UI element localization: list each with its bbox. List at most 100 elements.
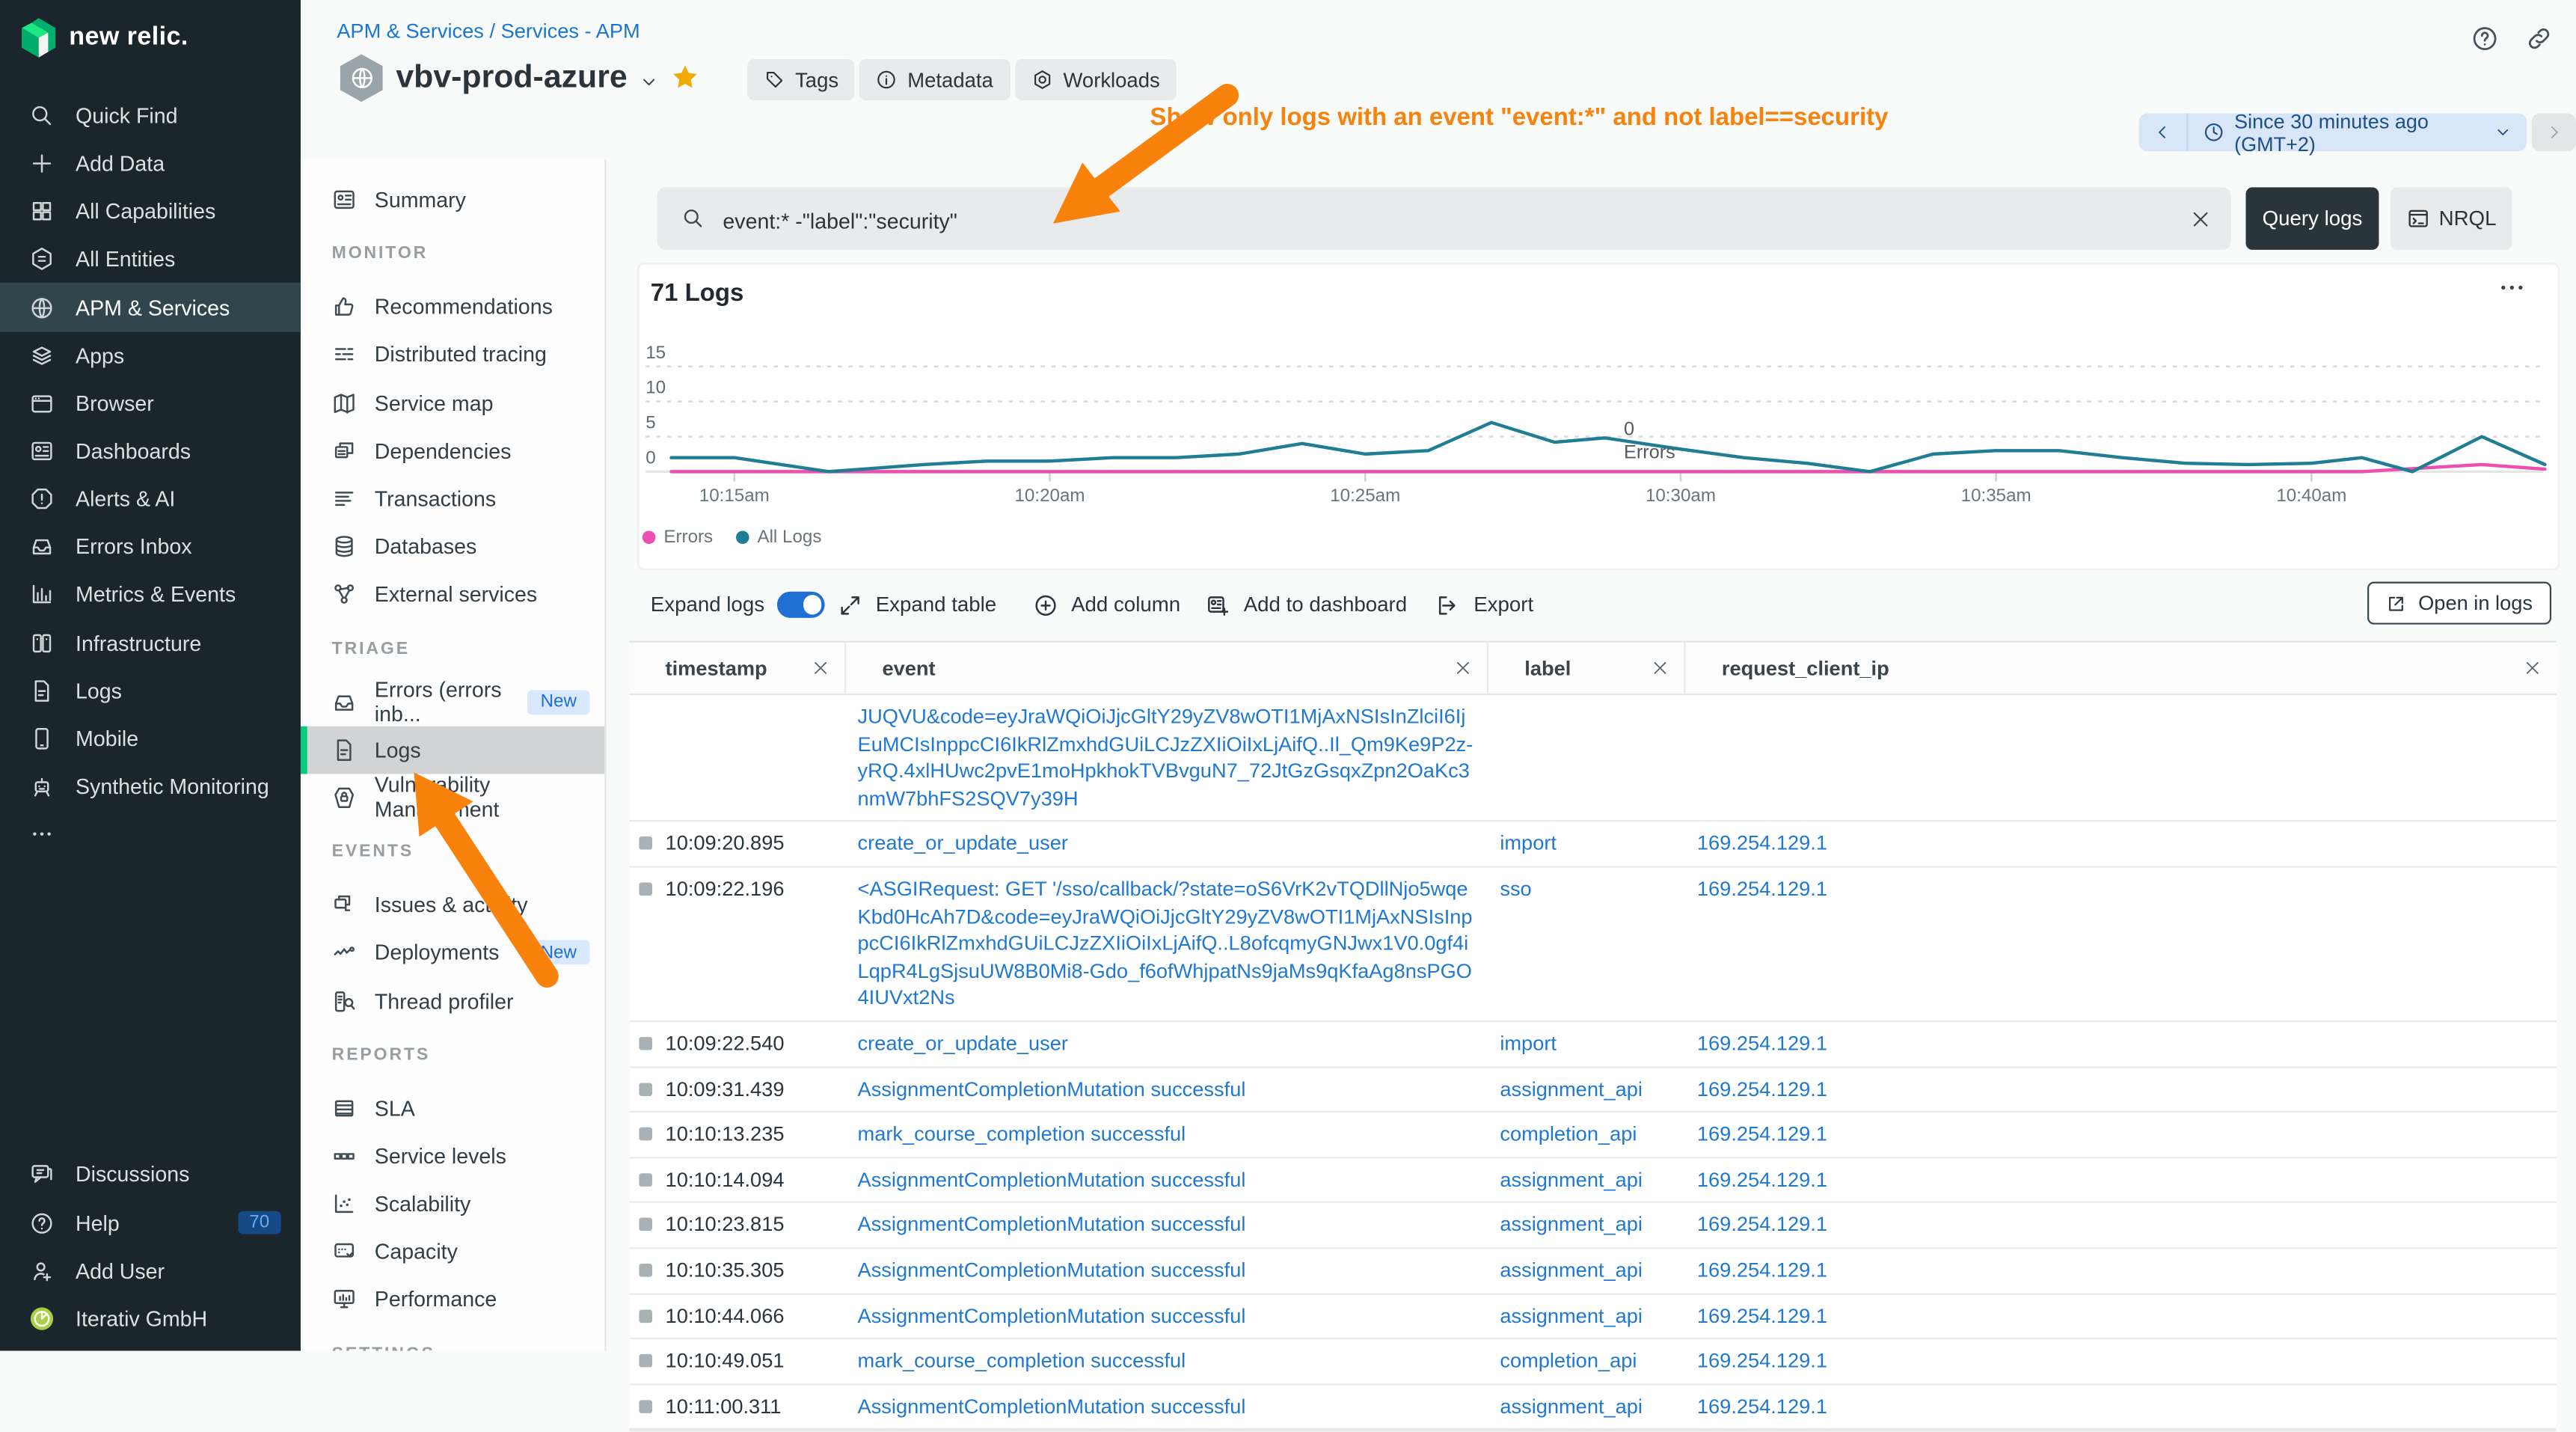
- label-link[interactable]: assignment_api: [1500, 1395, 1643, 1418]
- subnav-item-errors-errors-inb[interactable]: Errors (errors inb...New: [301, 678, 604, 726]
- row-select-square[interactable]: [639, 1082, 652, 1095]
- log-row[interactable]: 10:09:22.196<ASGIRequest: GET '/sso/call…: [629, 868, 2556, 1022]
- label-link[interactable]: completion_api: [1500, 1349, 1637, 1372]
- subnav-item-service-map[interactable]: Service map: [301, 379, 604, 426]
- sidebar-item-mobile[interactable]: Mobile: [0, 715, 301, 762]
- subnav-item-vulnerability-management[interactable]: Vulnerability Management: [301, 774, 604, 821]
- subnav-item-recommendations[interactable]: Recommendations: [301, 283, 604, 331]
- time-picker-forward-button[interactable]: [2532, 114, 2576, 152]
- label-link[interactable]: assignment_api: [1500, 1304, 1643, 1327]
- subnav-item-thread-profiler[interactable]: Thread profiler: [301, 977, 604, 1025]
- log-row[interactable]: JUQVU&code=eyJraWQiOiJjcGltY29yZV8wOTI1M…: [629, 695, 2556, 822]
- row-select-square[interactable]: [639, 1127, 652, 1141]
- subnav-item-summary[interactable]: Summary: [301, 176, 604, 224]
- entity-switcher-chevron-icon[interactable]: [639, 73, 658, 92]
- label-link[interactable]: completion_api: [1500, 1122, 1637, 1145]
- column-header-timestamp[interactable]: timestamp: [629, 643, 846, 694]
- row-select-square[interactable]: [639, 837, 652, 851]
- sidebar-item-help[interactable]: Help70: [0, 1199, 301, 1246]
- ip-link[interactable]: 169.254.129.1: [1697, 1258, 1827, 1282]
- time-picker-dropdown[interactable]: Since 30 minutes ago (GMT+2): [2189, 114, 2527, 152]
- log-row[interactable]: 10:11:00.311AssignmentCompletionMutation…: [629, 1385, 2556, 1431]
- log-query-input[interactable]: [720, 187, 2172, 253]
- sidebar-item-logs[interactable]: Logs: [0, 667, 301, 715]
- breadcrumb-services-apm[interactable]: Services - APM: [501, 19, 640, 43]
- ip-link[interactable]: 169.254.129.1: [1697, 1168, 1827, 1191]
- event-link[interactable]: mark_course_completion successful: [858, 1122, 1186, 1145]
- time-picker-back-button[interactable]: [2139, 114, 2189, 152]
- subnav-item-external-services[interactable]: External services: [301, 571, 604, 619]
- row-select-square[interactable]: [639, 1173, 652, 1187]
- row-select-square[interactable]: [639, 1400, 652, 1413]
- sidebar-item-add-data[interactable]: Add Data: [0, 140, 301, 188]
- legend-item-errors[interactable]: Errors: [643, 527, 713, 547]
- log-row[interactable]: 10:10:49.051mark_course_completion succe…: [629, 1339, 2556, 1385]
- log-row[interactable]: 10:10:44.066AssignmentCompletionMutation…: [629, 1294, 2556, 1340]
- nrql-button[interactable]: NRQL: [2391, 187, 2512, 249]
- sidebar-item-infrastructure[interactable]: Infrastructure: [0, 619, 301, 667]
- label-link[interactable]: assignment_api: [1500, 1214, 1643, 1237]
- sidebar-item-apps[interactable]: Apps: [0, 331, 301, 379]
- subnav-item-performance[interactable]: Performance: [301, 1276, 604, 1324]
- row-select-square[interactable]: [639, 1264, 652, 1277]
- ip-link[interactable]: 169.254.129.1: [1697, 1214, 1827, 1237]
- event-link[interactable]: AssignmentCompletionMutation successful: [858, 1214, 1246, 1237]
- tags-button[interactable]: Tags: [747, 59, 855, 100]
- log-row[interactable]: 10:10:14.094AssignmentCompletionMutation…: [629, 1158, 2556, 1204]
- subnav-item-logs[interactable]: Logs: [301, 726, 604, 774]
- ip-link[interactable]: 169.254.129.1: [1697, 1304, 1827, 1327]
- subnav-item-service-levels[interactable]: Service levels: [301, 1132, 604, 1180]
- panel-menu-icon[interactable]: [2494, 273, 2530, 303]
- event-link[interactable]: AssignmentCompletionMutation successful: [858, 1304, 1246, 1327]
- row-select-square[interactable]: [639, 1218, 652, 1231]
- query-logs-button[interactable]: Query logs: [2246, 187, 2379, 249]
- metadata-button[interactable]: Metadata: [860, 59, 1010, 100]
- sidebar-item-all-entities[interactable]: All Entities: [0, 236, 301, 284]
- label-link[interactable]: import: [1500, 1032, 1557, 1055]
- open-in-logs-button[interactable]: Open in logs: [2367, 582, 2551, 625]
- event-link[interactable]: AssignmentCompletionMutation successful: [858, 1258, 1246, 1282]
- event-link[interactable]: create_or_update_user: [858, 832, 1068, 855]
- subnav-item-scalability[interactable]: Scalability: [301, 1180, 604, 1228]
- remove-column-icon[interactable]: [1651, 659, 1669, 677]
- new-relic-logo[interactable]: new relic.: [22, 18, 188, 58]
- export-button[interactable]: Export: [1436, 584, 1533, 626]
- subnav-item-distributed-tracing[interactable]: Distributed tracing: [301, 331, 604, 379]
- ip-link[interactable]: 169.254.129.1: [1697, 1032, 1827, 1055]
- sidebar-item-dashboards[interactable]: Dashboards: [0, 427, 301, 475]
- ip-link[interactable]: 169.254.129.1: [1697, 832, 1827, 855]
- label-link[interactable]: assignment_api: [1500, 1077, 1643, 1101]
- row-select-square[interactable]: [639, 1354, 652, 1368]
- sidebar-item-synthetic-monitoring[interactable]: Synthetic Monitoring: [0, 762, 301, 810]
- column-header-label[interactable]: label: [1488, 643, 1686, 694]
- subnav-item-dependencies[interactable]: Dependencies: [301, 427, 604, 475]
- subnav-item-transactions[interactable]: Transactions: [301, 475, 604, 523]
- sidebar-item-quick-find[interactable]: Quick Find: [0, 92, 301, 140]
- subnav-item-sla[interactable]: SLA: [301, 1084, 604, 1132]
- add-column-button[interactable]: Add column: [1034, 584, 1181, 626]
- remove-column-icon[interactable]: [2524, 659, 2542, 677]
- permalink-icon[interactable]: [2525, 25, 2553, 52]
- log-row[interactable]: 10:10:35.305AssignmentCompletionMutation…: [629, 1249, 2556, 1294]
- label-link[interactable]: assignment_api: [1500, 1258, 1643, 1282]
- log-row[interactable]: 10:10:23.815AssignmentCompletionMutation…: [629, 1203, 2556, 1249]
- row-select-square[interactable]: [639, 1309, 652, 1322]
- ip-link[interactable]: 169.254.129.1: [1697, 1077, 1827, 1101]
- remove-column-icon[interactable]: [812, 659, 829, 677]
- subnav-item-deployments[interactable]: DeploymentsNew: [301, 929, 604, 977]
- event-link[interactable]: AssignmentCompletionMutation successful: [858, 1395, 1246, 1418]
- sidebar-item-add-user[interactable]: Add User: [0, 1246, 301, 1294]
- remove-column-icon[interactable]: [1454, 659, 1472, 677]
- expand-logs-toggle[interactable]: [778, 592, 826, 617]
- log-row[interactable]: 10:10:13.235mark_course_completion succe…: [629, 1113, 2556, 1158]
- clear-query-icon[interactable]: [2190, 208, 2212, 230]
- subnav-item-databases[interactable]: Databases: [301, 523, 604, 571]
- event-link[interactable]: mark_course_completion successful: [858, 1349, 1186, 1372]
- sidebar-item-browser[interactable]: Browser: [0, 379, 301, 427]
- sidebar-item-more[interactable]: [0, 810, 301, 858]
- help-icon[interactable]: [2471, 25, 2498, 52]
- legend-item-all-logs[interactable]: All Logs: [736, 527, 822, 547]
- add-to-dashboard-button[interactable]: Add to dashboard: [1206, 584, 1407, 626]
- sidebar-item-alerts-ai[interactable]: Alerts & AI: [0, 475, 301, 523]
- log-row[interactable]: 10:09:31.439AssignmentCompletionMutation…: [629, 1068, 2556, 1113]
